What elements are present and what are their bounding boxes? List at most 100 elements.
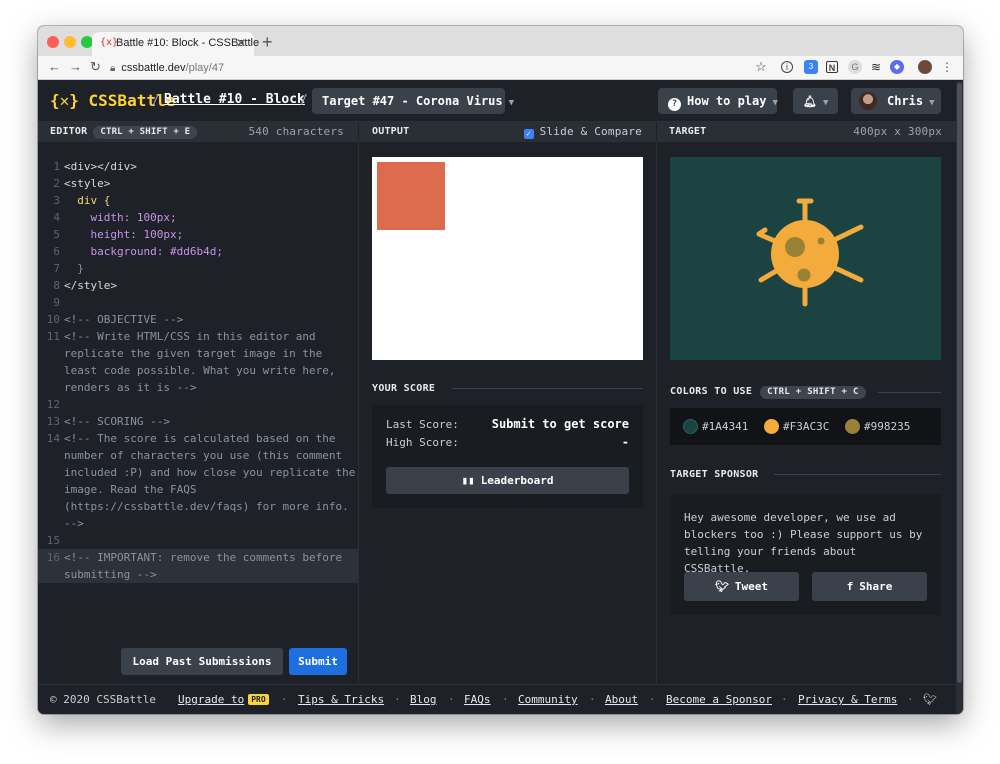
color-swatch[interactable]: #998235 xyxy=(845,419,910,434)
leaderboard-button[interactable]: ▮▮ Leaderboard xyxy=(386,467,629,494)
tweet-label: Tweet xyxy=(734,580,769,593)
code-line: submitting --> xyxy=(38,566,358,583)
browser-window: {x} Battle #10: Block - CSSBattle ✕ + ← … xyxy=(38,26,963,714)
more-icon[interactable]: ⋮ xyxy=(940,60,954,74)
line-number: 12 xyxy=(46,398,60,411)
code-text: least code possible. What you write here… xyxy=(64,364,336,377)
code-line: 9 xyxy=(38,294,358,311)
upgrade-link[interactable]: Upgrade to PRO xyxy=(178,685,269,714)
code-text: width: 100px; xyxy=(64,211,177,224)
question-icon: ? xyxy=(668,98,681,111)
target-header: TARGET 400px x 300px xyxy=(657,122,956,142)
line-number: 10 xyxy=(46,313,60,326)
code-editor[interactable]: 1 <div></div> 2 <style> 3 div {4 width: 100p… xyxy=(38,142,358,684)
slide-compare-toggle[interactable]: ✓ Slide & Compare xyxy=(523,122,642,142)
section-rule xyxy=(452,388,643,389)
how-to-play-dropdown[interactable]: ? How to play ▼ xyxy=(658,88,778,114)
footer-separator: · xyxy=(781,693,788,706)
code-text: div { xyxy=(64,194,111,207)
code-line: (https://cssbattle.dev/faqs) for more in… xyxy=(38,498,358,515)
slide-compare-label: Slide & Compare xyxy=(539,125,642,138)
community-link[interactable]: Community xyxy=(518,685,578,714)
color-dot xyxy=(683,419,698,434)
minimize-window-button[interactable] xyxy=(64,36,76,48)
code-line: 5 height: 100px; xyxy=(38,226,358,243)
sponsor-text: Hey awesome developer, we use ad blocker… xyxy=(684,511,923,575)
extension-g-icon[interactable]: G xyxy=(848,60,862,74)
code-line: 8 </style> xyxy=(38,277,358,294)
tips-link[interactable]: Tips & Tricks xyxy=(298,685,384,714)
sponsor-link[interactable]: Become a Sponsor xyxy=(666,685,772,714)
profile-avatar[interactable] xyxy=(918,60,932,74)
address-bar[interactable]: 🔒︎ cssbattle.dev/play/47 xyxy=(110,59,780,77)
footer-separator: · xyxy=(394,693,401,706)
share-button[interactable]: f Share xyxy=(812,572,927,601)
forward-icon[interactable]: → xyxy=(69,59,82,74)
extension-circle-icon[interactable]: ◆ xyxy=(890,60,904,74)
page-scrollbar[interactable] xyxy=(956,81,963,714)
color-hex: #F3AC3C xyxy=(783,420,830,433)
code-text: <div></div> xyxy=(64,160,137,173)
battle-link[interactable]: Battle #10 - Block xyxy=(164,92,305,107)
footer-separator: · xyxy=(649,693,656,706)
output-header: OUTPUT ✓ Slide & Compare xyxy=(359,122,656,142)
pane-divider[interactable] xyxy=(358,142,359,684)
color-hex: #1A4341 xyxy=(702,420,749,433)
target-title: TARGET xyxy=(669,126,707,137)
scrollbar-thumb[interactable] xyxy=(957,83,962,683)
code-line: replicate the given target image in the xyxy=(38,345,358,362)
code-text: </style> xyxy=(64,279,117,292)
tab-close-icon[interactable]: ✕ xyxy=(236,36,246,50)
close-window-button[interactable] xyxy=(47,36,59,48)
browser-tab[interactable]: {x} Battle #10: Block - CSSBattle ✕ xyxy=(92,32,259,56)
breadcrumb-separator: / xyxy=(152,93,160,108)
color-swatch[interactable]: #1A4341 xyxy=(683,419,748,434)
notion-icon[interactable]: N xyxy=(826,61,838,73)
score-section-title: YOUR SCORE xyxy=(372,383,436,394)
twitter-icon[interactable]: 🐦︎ xyxy=(923,685,937,714)
code-line: 11 <!-- Write HTML/CSS in this editor and xyxy=(38,328,358,345)
last-score-label: Last Score: xyxy=(386,418,459,431)
url-host: cssbattle.dev xyxy=(121,62,186,74)
color-swatch[interactable]: #F3AC3C xyxy=(764,419,829,434)
code-text: image. Read the FAQS xyxy=(64,483,197,496)
stack-icon[interactable]: ≋ xyxy=(869,60,883,74)
target-image[interactable] xyxy=(670,157,941,360)
back-icon[interactable]: ← xyxy=(48,59,61,74)
browser-tabstrip: {x} Battle #10: Block - CSSBattle ✕ + xyxy=(38,26,963,56)
about-link[interactable]: About xyxy=(605,685,638,714)
code-text: --> xyxy=(64,517,84,530)
line-number: 15 xyxy=(46,534,60,547)
editor-header: EDITOR CTRL + SHIFT + E 540 characters xyxy=(38,122,358,142)
extension-badge-icon[interactable]: 3 xyxy=(804,60,818,74)
code-text: renders as it is --> xyxy=(64,381,197,394)
tweet-button[interactable]: 🐦︎ Tweet xyxy=(684,572,799,601)
colors-shortcut: CTRL + SHIFT + C xyxy=(760,386,866,399)
new-tab-icon[interactable]: + xyxy=(262,32,273,53)
pane-divider[interactable] xyxy=(656,142,657,684)
footer-separator: · xyxy=(281,693,288,706)
color-hex: #998235 xyxy=(864,420,911,433)
load-past-submissions-button[interactable]: Load Past Submissions xyxy=(121,648,283,675)
privacy-link[interactable]: Privacy & Terms xyxy=(798,685,897,714)
colors-section-title: COLORS TO USE CTRL + SHIFT + C xyxy=(670,386,866,399)
chevron-down-icon: ▼ xyxy=(929,98,935,108)
checkbox-checked-icon[interactable]: ✓ xyxy=(523,129,534,139)
user-menu[interactable]: Chris ▼ xyxy=(851,88,941,114)
target-dropdown[interactable]: Target #47 - Corona Virus ▼ xyxy=(312,88,514,114)
blog-link[interactable]: Blog xyxy=(410,685,437,714)
info-icon[interactable]: i xyxy=(781,61,793,73)
code-text: <!-- IMPORTANT: remove the comments befo… xyxy=(64,551,343,564)
faqs-link[interactable]: FAQs xyxy=(464,685,491,714)
notifications-dropdown[interactable]: 🔔︎ ▼ xyxy=(793,88,838,114)
line-number: 7 xyxy=(53,262,60,275)
bookmark-star-icon[interactable]: ☆ xyxy=(754,60,768,74)
line-number: 1 xyxy=(53,160,60,173)
code-line: 14 <!-- The score is calculated based on … xyxy=(38,430,358,447)
output-title: OUTPUT xyxy=(372,126,410,137)
code-line: 16 <!-- IMPORTANT: remove the comments be… xyxy=(38,549,358,566)
pro-badge: PRO xyxy=(248,694,269,705)
output-preview[interactable] xyxy=(372,157,643,360)
submit-button[interactable]: Submit xyxy=(289,648,347,675)
reload-icon[interactable]: ↻ xyxy=(90,59,101,75)
